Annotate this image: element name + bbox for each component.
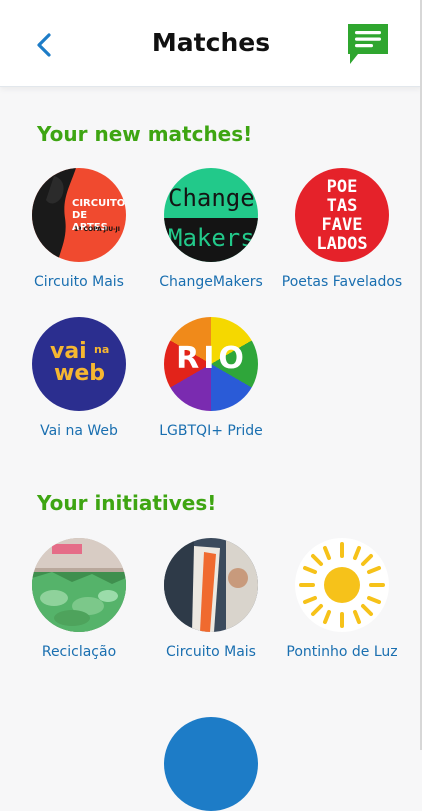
circuito-mais-avatar-subtext: 1ª COPA JIU-JI xyxy=(74,226,121,233)
changemakers-avatar-text: Change xyxy=(168,184,255,212)
match-item-circuito-mais[interactable]: CIRCUITO DE ARTES 1ª COPA JIU-JI Circuit… xyxy=(14,168,144,290)
initiative-item-pontinho-de-luz[interactable]: Pontinho de Luz xyxy=(277,538,407,660)
reciclacao-avatar xyxy=(32,538,126,632)
initiatives-title: Your initiatives! xyxy=(37,491,217,515)
changemakers-avatar-subtext: Makers xyxy=(168,224,255,252)
sun-icon xyxy=(299,542,385,628)
match-label: Vai na Web xyxy=(40,423,118,439)
add-initiative-button[interactable] xyxy=(164,717,258,811)
initiative-label: Pontinho de Luz xyxy=(286,644,398,660)
chat-button[interactable] xyxy=(346,22,390,66)
initiative-item-circuito-mais[interactable]: Circuito Mais xyxy=(146,538,276,660)
changemakers-avatar: Change Makers xyxy=(164,168,258,262)
match-item-lgbtqi-pride[interactable]: RIO LGBTQI+ Pride xyxy=(146,317,276,439)
poetas-favelados-avatar-text: POE TAS FAVE LADOS xyxy=(316,177,368,254)
match-item-poetas-favelados[interactable]: POE TAS FAVE LADOS Poetas Favelados xyxy=(277,168,407,290)
initiative-label: Reciclação xyxy=(41,644,117,660)
poetas-favelados-avatar: POE TAS FAVE LADOS xyxy=(295,168,389,262)
match-item-changemakers[interactable]: Change Makers ChangeMakers xyxy=(146,168,276,290)
pontinho-de-luz-avatar xyxy=(295,538,389,632)
circuito-mais-avatar: CIRCUITO DE ARTES 1ª COPA JIU-JI xyxy=(32,168,126,262)
lgbtqi-pride-avatar: RIO xyxy=(164,317,258,411)
vai-na-web-avatar-small: na xyxy=(94,343,110,356)
circuito-mais-initiative-avatar xyxy=(164,538,258,632)
app-header: Matches xyxy=(0,0,422,87)
match-label: Poetas Favelados xyxy=(281,274,403,290)
initiative-label: Circuito Mais xyxy=(166,644,256,660)
match-item-vai-na-web[interactable]: vai na web Vai na Web xyxy=(14,317,144,439)
vai-na-web-avatar-subtext: web xyxy=(54,361,105,386)
lgbtqi-pride-avatar-text: RIO xyxy=(176,341,248,376)
chat-icon xyxy=(348,24,388,64)
match-label: LGBTQI+ Pride xyxy=(159,423,263,439)
match-label: ChangeMakers xyxy=(159,274,263,290)
vai-na-web-avatar: vai na web xyxy=(32,317,126,411)
new-matches-title: Your new matches! xyxy=(37,122,253,146)
match-label: Circuito Mais xyxy=(34,274,124,290)
initiative-item-reciclacao[interactable]: Reciclação xyxy=(14,538,144,660)
